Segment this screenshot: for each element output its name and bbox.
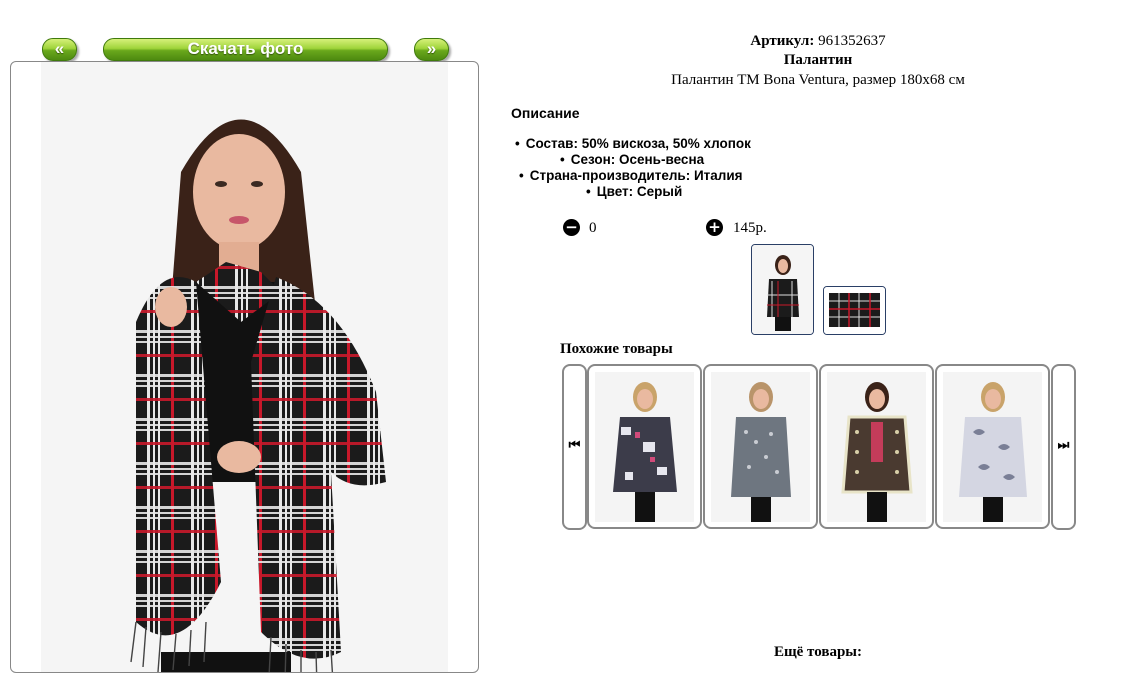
price-value: 145р.	[733, 220, 767, 236]
similar-product-3-image	[827, 372, 926, 522]
skip-back-icon: ⏮	[568, 438, 581, 453]
minus-circle-icon[interactable]: −	[563, 219, 580, 236]
spec-country: Страна-производитель: Италия	[519, 168, 743, 183]
product-type: Палантин	[783, 52, 853, 68]
similar-product-3[interactable]	[819, 364, 934, 529]
article-label: Артикул:	[750, 33, 815, 49]
similar-product-2[interactable]	[703, 364, 818, 529]
similar-product-4[interactable]	[935, 364, 1050, 529]
article-value: 961352637	[818, 33, 886, 49]
quantity-value: 0	[589, 220, 597, 236]
main-product-photo	[10, 61, 479, 673]
spec-season: Сезон: Осень-весна	[560, 152, 704, 167]
article-line: Артикул: 961352637	[490, 33, 1146, 50]
similar-products-heading: Похожие товары	[560, 341, 673, 357]
similar-product-1-image	[595, 372, 694, 522]
carousel-prev-button[interactable]: ⏮	[562, 364, 587, 530]
similar-product-4-image	[943, 372, 1042, 522]
spec-color: Цвет: Серый	[586, 184, 683, 199]
similar-product-1[interactable]	[587, 364, 702, 529]
similar-product-2-image	[711, 372, 810, 522]
photo-thumbnail-scarf[interactable]	[823, 286, 886, 335]
model-with-scarf-image	[130, 119, 386, 672]
product-description: Палантин ТМ Bona Ventura, размер 180x68 …	[671, 72, 965, 88]
more-products-heading: Ещё товары:	[773, 644, 863, 660]
skip-forward-icon: ⏭	[1057, 438, 1070, 453]
photo-thumbnail-model[interactable]	[751, 244, 814, 335]
description-heading: Описание	[511, 105, 580, 121]
carousel-next-button[interactable]: ⏭	[1051, 364, 1076, 530]
plus-circle-icon[interactable]: +	[706, 219, 723, 236]
download-photo-button[interactable]: Скачать фото	[103, 38, 388, 61]
next-photo-button[interactable]: »	[414, 38, 449, 61]
spec-composition: Состав: 50% вискоза, 50% хлопок	[515, 136, 751, 151]
prev-photo-button[interactable]: «	[42, 38, 77, 61]
